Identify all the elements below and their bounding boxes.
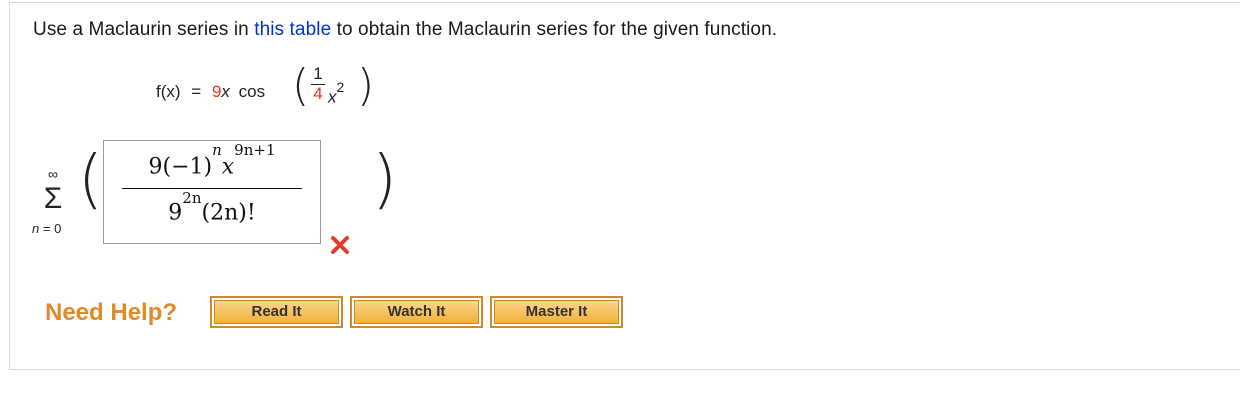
need-help-label: Need Help? xyxy=(45,299,178,326)
sigma-index-var: n xyxy=(32,221,40,236)
function-name: cos xyxy=(238,82,266,101)
answer-input-box[interactable]: 9(−1)nx9n+1 92n(2n)! xyxy=(103,140,321,244)
sigma-symbol-group: ∞ Σ xyxy=(32,166,74,215)
series-right-paren: ) xyxy=(372,143,397,217)
answer-num-base: 9(−1) xyxy=(148,154,213,180)
watch-it-button[interactable]: Watch It xyxy=(350,296,483,328)
incorrect-x-icon xyxy=(328,234,352,258)
master-it-label: Master It xyxy=(494,300,619,324)
function-expression: f(x) = 9x cos xyxy=(156,82,265,102)
fraction-numerator: 1 xyxy=(313,64,323,83)
series-left-paren: ( xyxy=(78,143,103,217)
x-mark-icon xyxy=(331,236,349,254)
prompt-text-after: to obtain the Maclaurin series for the g… xyxy=(331,19,778,40)
prompt-text-before: Use a Maclaurin series in xyxy=(33,19,255,40)
sigma-icon: Σ xyxy=(43,182,63,215)
function-var: x xyxy=(221,82,230,101)
equals-sign: = xyxy=(191,82,202,101)
watch-it-label: Watch It xyxy=(354,300,479,324)
read-it-button[interactable]: Read It xyxy=(210,296,343,328)
function-coefficient: 9 xyxy=(211,82,222,101)
fraction-denominator: 4 xyxy=(311,84,325,102)
answer-num-exp2: 9n+1 xyxy=(234,141,276,159)
inner-exponent: 2 xyxy=(336,79,345,95)
right-paren: ) xyxy=(357,60,375,111)
master-it-button[interactable]: Master It xyxy=(490,296,623,328)
sigma-index-start: = 0 xyxy=(42,221,62,236)
answer-den-rest: (2n)! xyxy=(201,200,256,226)
answer-num-var: x xyxy=(221,154,235,180)
function-lhs: f(x) xyxy=(156,82,181,101)
answer-den-exp: 2n xyxy=(182,189,202,207)
inner-term: x2 xyxy=(328,79,344,108)
sigma-lower-bound: n = 0 xyxy=(32,221,61,236)
read-it-label: Read It xyxy=(214,300,339,324)
table-link[interactable]: this table xyxy=(254,19,331,40)
answer-fraction-bar xyxy=(122,188,302,189)
answer-denominator: 92n(2n)! xyxy=(104,189,320,226)
left-paren: ( xyxy=(292,60,310,111)
sigma-upper-bound: ∞ xyxy=(48,166,58,182)
function-fraction: 1 4 xyxy=(311,64,325,102)
answer-num-exp1: n xyxy=(212,141,222,159)
inner-var: x xyxy=(328,87,337,107)
answer-den-base: 9 xyxy=(168,200,183,226)
question-prompt: Use a Maclaurin series in this table to … xyxy=(33,19,777,41)
answer-numerator: 9(−1)nx9n+1 xyxy=(104,141,320,180)
